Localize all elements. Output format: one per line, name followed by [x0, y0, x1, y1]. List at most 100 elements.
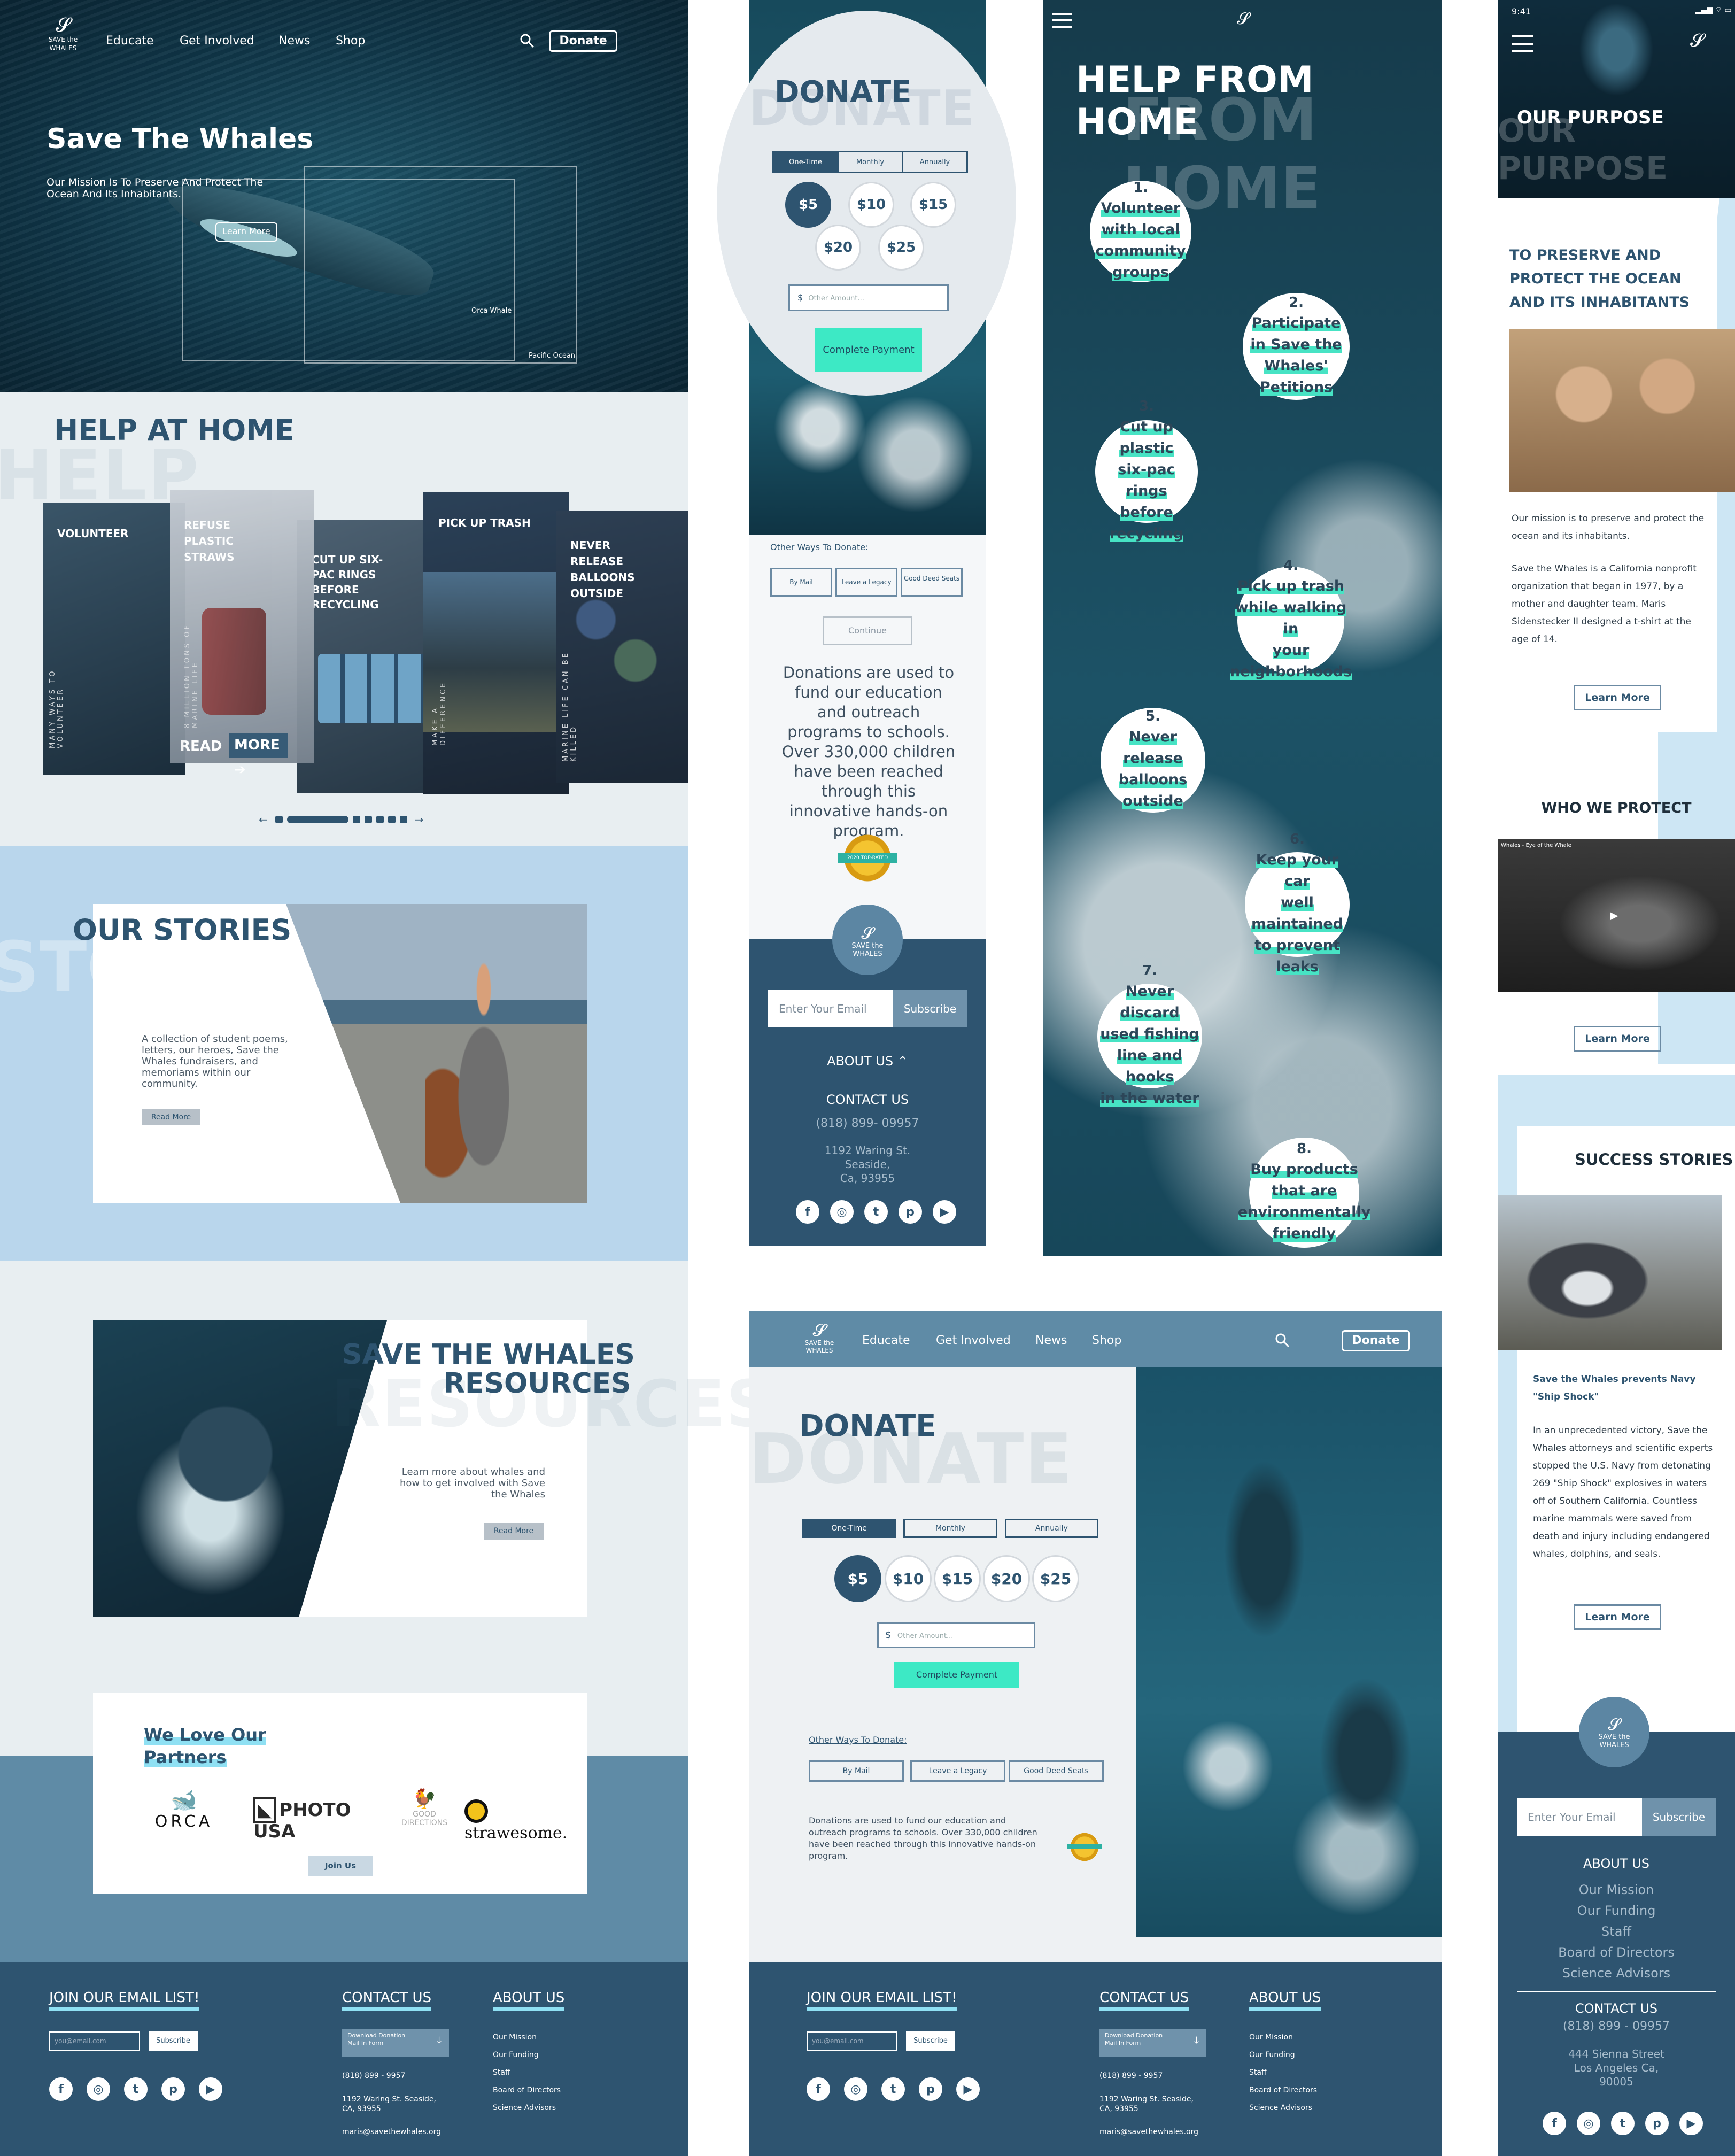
footer-link[interactable]: Board of Directors: [493, 2082, 561, 2099]
freq-annually[interactable]: Annually: [1004, 1519, 1098, 1538]
freq-monthly[interactable]: Monthly: [839, 152, 903, 172]
mobile-contact-us[interactable]: CONTACT US: [749, 1092, 986, 1107]
facebook-icon[interactable]: f: [796, 1200, 819, 1224]
mobile-subscribe-button[interactable]: Subscribe: [893, 990, 967, 1027]
footer-link[interactable]: Our Mission: [1249, 2029, 1317, 2046]
amount-25[interactable]: $25: [878, 225, 924, 271]
footer-link[interactable]: Science Advisors: [1498, 1963, 1735, 1984]
footer-link[interactable]: Our Mission: [1498, 1880, 1735, 1900]
twitter-icon[interactable]: t: [881, 2077, 905, 2101]
protect-learn-more-button[interactable]: Learn More: [1574, 1026, 1661, 1052]
pinterest-icon[interactable]: p: [899, 1200, 922, 1224]
complete-payment-button[interactable]: Complete Payment: [894, 1662, 1019, 1688]
mobile-contact-us[interactable]: CONTACT US: [1498, 2001, 1735, 2016]
youtube-icon[interactable]: ▶: [199, 2077, 222, 2101]
resources-read-more-button[interactable]: Read More: [484, 1523, 544, 1540]
help-card-balloons[interactable]: NEVER RELEASE BALLOONS OUTSIDE MARINE LI…: [556, 511, 688, 783]
way-legacy[interactable]: Leave a Legacy: [910, 1760, 1005, 1782]
amount-5[interactable]: $5: [785, 182, 831, 228]
hero-learn-more-button[interactable]: Learn More: [215, 222, 277, 242]
other-ways-label[interactable]: Other Ways To Donate:: [809, 1735, 907, 1745]
amount-10[interactable]: $10: [885, 1555, 932, 1602]
join-us-button[interactable]: Join Us: [308, 1856, 373, 1876]
footer-link[interactable]: Staff: [1498, 1921, 1735, 1942]
footer-link[interactable]: Our Mission: [493, 2029, 561, 2046]
carousel-dot-active[interactable]: [286, 816, 348, 823]
play-icon[interactable]: ▶: [1610, 909, 1618, 922]
amount-5[interactable]: $5: [834, 1555, 881, 1602]
continue-button[interactable]: Continue: [823, 616, 912, 645]
way-good-deed[interactable]: Good Deed Seats: [901, 568, 963, 597]
nav-shop[interactable]: Shop: [1092, 1334, 1121, 1347]
mobile-subscribe-button[interactable]: Subscribe: [1642, 1798, 1716, 1836]
search-icon[interactable]: [1275, 1333, 1290, 1348]
complete-payment-button[interactable]: Complete Payment: [815, 328, 922, 372]
prev-arrow-icon[interactable]: ←: [259, 813, 268, 826]
carousel-dot[interactable]: [399, 816, 407, 823]
mobile-about-us[interactable]: ABOUT US: [1498, 1856, 1735, 1871]
twitter-icon[interactable]: t: [1611, 2112, 1635, 2135]
other-amount-input[interactable]: $ Other Amount...: [877, 1622, 1035, 1648]
help-card-cut-rings[interactable]: CUT UP SIX-PAC RINGS BEFORE RECYCLING: [297, 520, 438, 793]
stories-read-more-button[interactable]: Read More: [142, 1109, 200, 1125]
help-card-trash[interactable]: PICK UP TRASH MAKE A DIFFERENCE: [423, 492, 569, 794]
youtube-icon[interactable]: ▶: [1679, 2112, 1703, 2135]
nav-shop[interactable]: Shop: [336, 34, 365, 48]
other-amount-input[interactable]: $ Other Amount...: [788, 284, 949, 311]
footer-link[interactable]: Our Funding: [1498, 1900, 1735, 1921]
freq-one-time[interactable]: One-Time: [802, 1519, 896, 1538]
footer-email-input[interactable]: you@email.com: [49, 2031, 140, 2051]
donate-button[interactable]: Donate: [549, 30, 617, 52]
amount-25[interactable]: $25: [1032, 1555, 1079, 1602]
twitter-icon[interactable]: t: [124, 2077, 148, 2101]
amount-20[interactable]: $20: [983, 1555, 1030, 1602]
footer-subscribe-button[interactable]: Subscribe: [906, 2031, 955, 2051]
video-player[interactable]: Whales - Eye of the Whale ▶: [1498, 839, 1735, 992]
amount-20[interactable]: $20: [815, 225, 861, 271]
footer-subscribe-button[interactable]: Subscribe: [149, 2031, 198, 2051]
help-card-straws[interactable]: REFUSE PLASTIC STRAWS 8 MILLION TONS OF …: [170, 490, 314, 778]
logo[interactable]: 𝓢: [1230, 10, 1257, 33]
story-learn-more-button[interactable]: Learn More: [1574, 1604, 1661, 1630]
pinterest-icon[interactable]: p: [161, 2077, 185, 2101]
way-by-mail[interactable]: By Mail: [770, 568, 832, 597]
footer-email-link[interactable]: maris@savethewhales.org: [342, 2128, 441, 2136]
footer-download-button[interactable]: Download Donation Mail In Form ⤓: [1099, 2029, 1206, 2057]
instagram-icon[interactable]: ◎: [844, 2077, 867, 2101]
footer-link[interactable]: Staff: [493, 2064, 561, 2082]
footer-link[interactable]: Science Advisors: [1249, 2099, 1317, 2117]
instagram-icon[interactable]: ◎: [830, 1200, 854, 1224]
carousel-dot[interactable]: [376, 816, 384, 823]
partner-logo-photo-usa[interactable]: ◣ PHOTO USA: [253, 1797, 382, 1842]
search-icon[interactable]: [520, 33, 535, 48]
nav-get-involved[interactable]: Get Involved: [936, 1334, 1011, 1347]
nav-news[interactable]: News: [278, 34, 310, 48]
carousel-dot[interactable]: [352, 816, 360, 823]
pinterest-icon[interactable]: p: [919, 2077, 942, 2101]
read-more-button[interactable]: MORE ➔: [229, 733, 288, 778]
partner-logo-orca[interactable]: 🐋 ORCA: [152, 1789, 216, 1832]
other-ways-label[interactable]: Other Ways To Donate:: [770, 542, 869, 552]
footer-link[interactable]: Board of Directors: [1498, 1942, 1735, 1963]
carousel-dot[interactable]: [275, 816, 283, 823]
nav-get-involved[interactable]: Get Involved: [180, 34, 254, 48]
footer-download-button[interactable]: Download Donation Mail In Form ⤓: [342, 2029, 449, 2057]
way-by-mail[interactable]: By Mail: [809, 1760, 904, 1782]
mobile-email-input[interactable]: Enter Your Email: [1517, 1798, 1642, 1836]
way-legacy[interactable]: Leave a Legacy: [835, 568, 897, 597]
instagram-icon[interactable]: ◎: [87, 2077, 110, 2101]
mobile-email-input[interactable]: Enter Your Email: [768, 990, 893, 1027]
footer-link[interactable]: Our Funding: [1249, 2046, 1317, 2064]
help-card-volunteer[interactable]: VOLUNTEER MANY WAYS TO VOLUNTEER: [43, 503, 185, 775]
partner-logo-good-directions[interactable]: 🐓 GOOD DIRECTIONS: [398, 1789, 451, 1837]
instagram-icon[interactable]: ◎: [1577, 2112, 1600, 2135]
facebook-icon[interactable]: f: [49, 2077, 73, 2101]
nav-news[interactable]: News: [1035, 1334, 1067, 1347]
footer-link[interactable]: Staff: [1249, 2064, 1317, 2082]
amount-15[interactable]: $15: [934, 1555, 981, 1602]
nav-educate[interactable]: Educate: [862, 1334, 910, 1347]
footer-email-link[interactable]: maris@savethewhales.org: [1099, 2128, 1198, 2136]
amount-10[interactable]: $10: [848, 182, 894, 228]
way-good-deed[interactable]: Good Deed Seats: [1009, 1760, 1104, 1782]
partner-logo-strawesome[interactable]: strawesome.: [464, 1799, 571, 1843]
